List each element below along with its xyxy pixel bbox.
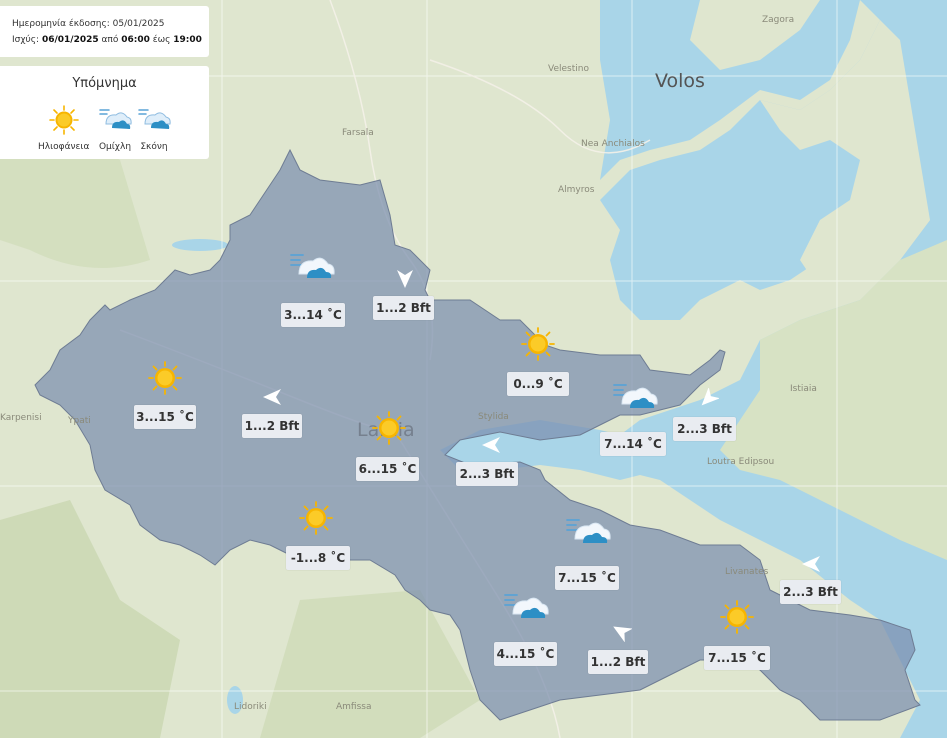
fog-icon xyxy=(504,594,549,618)
legend-item-sunshine: Ηλιοφάνεια xyxy=(38,104,89,152)
valid-date: 06/01/2025 xyxy=(41,35,99,45)
city-label-volos: Volos xyxy=(655,70,705,92)
wind-arrow-icon xyxy=(482,437,500,453)
sun-icon xyxy=(299,501,333,535)
map-label-velestino: Velestino xyxy=(548,64,589,74)
map-label-livanates: Livanates xyxy=(725,567,769,577)
sun-icon xyxy=(720,600,754,634)
fog-icon xyxy=(613,384,658,408)
legend-label-dust: Σκόνη xyxy=(140,142,168,152)
legend-label-sunshine: Ηλιοφάνεια xyxy=(38,142,90,152)
map-label-istiaia: Istiaia xyxy=(790,384,817,394)
sun-icon xyxy=(48,105,79,135)
wind-arrow-icon xyxy=(802,556,820,572)
map-label-zagora: Zagora xyxy=(762,15,795,25)
fog-icon xyxy=(290,254,335,278)
map-label-amfissa: Amfissa xyxy=(336,702,372,712)
wind-label[interactable]: 2...3 Bft xyxy=(780,580,841,604)
map-label-loutra-edipsou: Loutra Edipsou xyxy=(707,457,775,467)
wind-arrow-icon xyxy=(263,389,281,405)
sun-icon xyxy=(148,361,182,395)
wind-arrow-icon xyxy=(397,270,413,288)
legend-panel: Υπόμνημα Ηλιοφάνεια Ομίχλη Σκόνη xyxy=(0,66,209,159)
wind-label[interactable]: 2...3 Bft xyxy=(456,462,518,486)
map-label-lidoriki: Lidoriki xyxy=(234,702,267,712)
legend-item-dust: Σκόνη xyxy=(137,104,171,152)
temp-label[interactable]: 6...15 ˚C xyxy=(356,457,419,481)
temp-label[interactable]: 4...15 ˚C xyxy=(494,642,557,666)
wind-label[interactable]: 2...3 Bft xyxy=(673,417,736,441)
issue-date: 05/01/2025 xyxy=(112,19,165,29)
temp-label[interactable]: 7...15 ˚C xyxy=(555,566,619,590)
dust-icon xyxy=(138,109,171,129)
legend-label-fog: Ομίχλη xyxy=(98,142,132,152)
wind-arrow-icon xyxy=(701,388,719,406)
legend-title: Υπόμνημα xyxy=(72,76,137,91)
sun-icon xyxy=(521,327,555,361)
temp-label[interactable]: 7...15 ˚C xyxy=(704,646,770,670)
valid-to-time: 19:00 xyxy=(173,35,202,45)
map-label-farsala: Farsala xyxy=(342,128,374,138)
wind-arrow-icon xyxy=(613,626,632,642)
temp-label[interactable]: 7...14 ˚C xyxy=(600,432,666,456)
wind-label[interactable]: 1...2 Bft xyxy=(242,414,302,438)
sun-icon xyxy=(372,411,406,445)
map-label-almyros: Almyros xyxy=(558,185,595,195)
validity-line: Ισχύς: 06/01/2025 από 06:00 έως 19:00 xyxy=(12,35,202,45)
issue-info-box: Ημερομηνία έκδοσης: 05/01/2025 Ισχύς: 06… xyxy=(0,6,209,57)
issue-date-line: Ημερομηνία έκδοσης: 05/01/2025 xyxy=(12,19,165,29)
temp-label[interactable]: 3...14 ˚C xyxy=(281,303,345,327)
map-label-nea-anchialos: Nea Anchialos xyxy=(581,139,645,149)
temp-label[interactable]: -1...8 ˚C xyxy=(286,546,350,570)
fog-icon xyxy=(99,109,132,129)
wind-label[interactable]: 1...2 Bft xyxy=(373,296,434,320)
fog-icon xyxy=(566,519,611,543)
map-label-ypati: Ypati xyxy=(68,416,91,426)
temp-label[interactable]: 0...9 ˚C xyxy=(507,372,569,396)
map-label-stylida: Stylida xyxy=(478,412,509,422)
legend-item-fog: Ομίχλη xyxy=(98,104,132,152)
wind-label[interactable]: 1...2 Bft xyxy=(588,650,648,674)
temp-label[interactable]: 3...15 ˚C xyxy=(134,405,196,429)
valid-from-time: 06:00 xyxy=(121,35,150,45)
weather-map[interactable]: Volos Lamia Farsala Velestino Nea Anchia… xyxy=(0,0,947,738)
map-label-karpenisi: Karpenisi xyxy=(0,413,42,423)
